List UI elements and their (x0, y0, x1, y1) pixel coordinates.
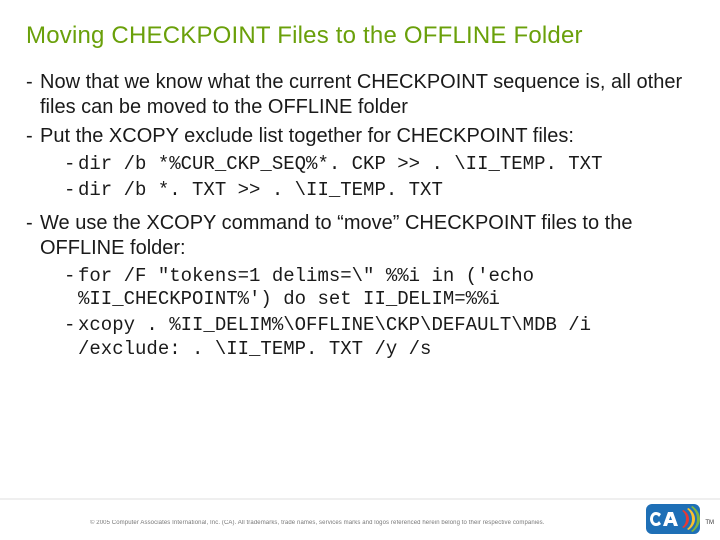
code-text: dir /b *. TXT >> . \II_TEMP. TXT (78, 179, 443, 201)
slide-title: Moving CHECKPOINT Files to the OFFLINE F… (26, 22, 694, 50)
bullet-2-code-list: dir /b *%CUR_CKP_SEQ%*. CKP >> . \II_TEM… (40, 153, 694, 203)
bullet-list: Now that we know what the current CHECKP… (26, 70, 694, 362)
ca-logo-icon (646, 500, 700, 538)
bullet-3-code-list: for /F "tokens=1 delims=\" %%i in ('echo… (40, 265, 694, 362)
code-line: dir /b *%CUR_CKP_SEQ%*. CKP >> . \II_TEM… (64, 153, 694, 177)
bullet-2: Put the XCOPY exclude list together for … (26, 124, 694, 203)
bullet-1-text: Now that we know what the current CHECKP… (40, 71, 682, 118)
bullet-3-text: We use the XCOPY command to “move” CHECK… (40, 212, 632, 259)
ca-logo (646, 500, 700, 538)
footer-divider (0, 498, 720, 500)
copyright-text: © 2005 Computer Associates International… (90, 520, 590, 526)
trademark-label: TM (705, 520, 714, 526)
bullet-2-text: Put the XCOPY exclude list together for … (40, 125, 574, 147)
code-line: xcopy . %II_DELIM%\OFFLINE\CKP\DEFAULT\M… (64, 314, 694, 362)
bullet-1: Now that we know what the current CHECKP… (26, 70, 694, 120)
code-text: xcopy . %II_DELIM%\OFFLINE\CKP\DEFAULT\M… (78, 314, 591, 360)
bullet-3: We use the XCOPY command to “move” CHECK… (26, 211, 694, 362)
footer: © 2005 Computer Associates International… (0, 498, 720, 540)
code-line: dir /b *. TXT >> . \II_TEMP. TXT (64, 179, 694, 203)
code-text: for /F "tokens=1 delims=\" %%i in ('echo… (78, 265, 534, 311)
slide: Moving CHECKPOINT Files to the OFFLINE F… (0, 0, 720, 540)
code-text: dir /b *%CUR_CKP_SEQ%*. CKP >> . \II_TEM… (78, 153, 603, 175)
code-line: for /F "tokens=1 delims=\" %%i in ('echo… (64, 265, 694, 313)
